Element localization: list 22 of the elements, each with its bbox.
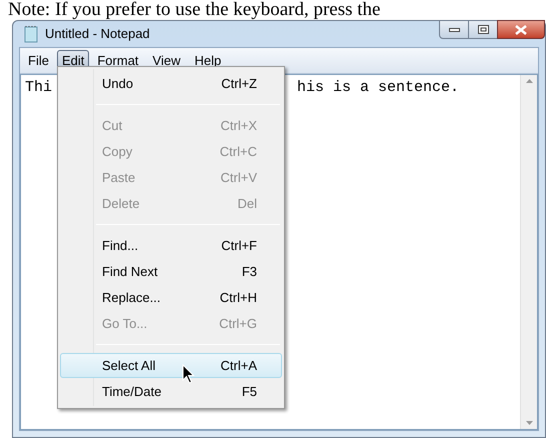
- menu-option[interactable]: Undo Ctrl+Z: [60, 71, 282, 96]
- close-icon: [515, 24, 527, 34]
- caption-text: Note: If you prefer to use the keyboard, press the: [7, 0, 382, 20]
- document-text: Thi: [25, 79, 52, 98]
- notepad-icon: [23, 25, 39, 43]
- menu-option[interactable]: Time/Date F5: [60, 379, 282, 404]
- window-title: Untitled - Notepad: [45, 25, 150, 44]
- menu-item[interactable]: View: [146, 50, 186, 71]
- close-button[interactable]: [497, 20, 545, 39]
- menu-option[interactable]: Find... Ctrl+F: [60, 233, 282, 258]
- menu-option[interactable]: Select All Ctrl+A: [60, 353, 282, 378]
- menu-item[interactable]: Help: [188, 50, 228, 71]
- mouse-cursor-icon: [182, 364, 195, 384]
- minimize-icon: [448, 28, 460, 32]
- maximize-button[interactable]: [469, 20, 497, 39]
- document-text: his is a sentence.: [297, 79, 460, 98]
- maximize-icon: [478, 25, 488, 34]
- menu-item[interactable]: File: [22, 50, 55, 71]
- menu-option[interactable]: Replace... Ctrl+H: [60, 285, 282, 310]
- menu-option[interactable]: Find Next F3: [60, 259, 282, 284]
- minimize-button[interactable]: [439, 20, 469, 39]
- menu-item[interactable]: Format: [91, 50, 145, 71]
